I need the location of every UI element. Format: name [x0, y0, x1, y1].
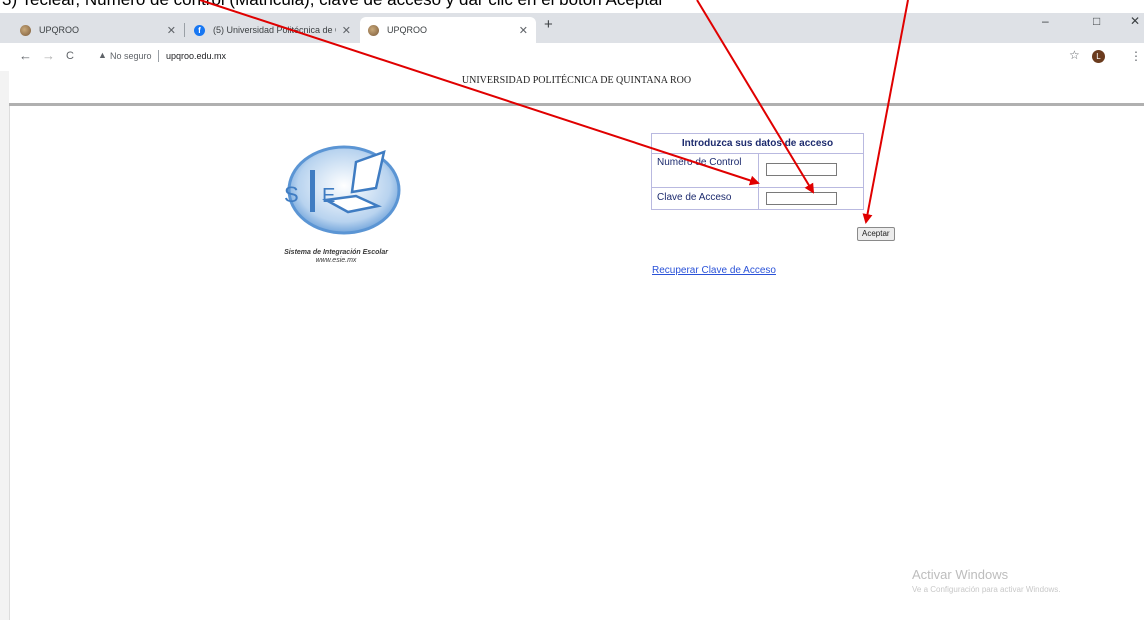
close-tab-icon[interactable]: ✕	[519, 24, 528, 37]
tab-separator	[184, 23, 185, 37]
minimize-icon[interactable]: –	[1042, 14, 1049, 28]
logo-website: www.esie.mx	[315, 257, 357, 264]
browser-tab-bar: UPQROO ✕ f (5) Universidad Politécnica d…	[0, 13, 1144, 43]
login-heading: Introduzca sus datos de acceso	[652, 134, 863, 154]
tab-title: UPQROO	[39, 25, 80, 35]
tab-upqroo-1[interactable]: UPQROO ✕	[12, 17, 185, 43]
page-left-edge	[0, 71, 10, 620]
tab-upqroo-active[interactable]: UPQROO ✕	[360, 17, 536, 43]
accept-button[interactable]: Aceptar	[857, 227, 895, 241]
windows-activation-watermark: Activar Windows	[912, 567, 1009, 582]
address-divider	[158, 50, 159, 62]
tab-title: UPQROO	[387, 25, 428, 35]
password-row: Clave de Acceso	[652, 188, 863, 209]
back-arrow-icon[interactable]: ←	[19, 48, 32, 63]
upqroo-favicon-icon	[20, 24, 31, 36]
password-label: Clave de Acceso	[652, 188, 759, 209]
profile-avatar[interactable]: L	[1092, 50, 1105, 63]
logo-letter-s: S	[284, 182, 299, 207]
logo-caption: Sistema de Integración Escolar	[284, 249, 388, 256]
facebook-icon: f	[194, 24, 205, 36]
sie-logo: S E Sistema de Integración Escolar www.e…	[256, 140, 416, 300]
close-tab-icon[interactable]: ✕	[342, 24, 351, 37]
tab-title: (5) Universidad Politécnica de Qu	[213, 25, 336, 35]
close-tab-icon[interactable]: ✕	[167, 24, 176, 37]
forward-arrow-icon[interactable]: →	[42, 48, 55, 63]
address-bar-url[interactable]: upqroo.edu.mx	[166, 51, 226, 61]
logo-letter-e: E	[322, 185, 335, 207]
control-number-input[interactable]	[766, 163, 837, 176]
instruction-text: 3) Teclear, Numero de control (Matricula…	[0, 0, 1144, 11]
page-title: UNIVERSIDAD POLITÉCNICA DE QUINTANA ROO	[461, 75, 692, 86]
security-label[interactable]: No seguro	[110, 51, 152, 61]
new-tab-button[interactable]: +	[544, 16, 553, 33]
upqroo-favicon-icon	[368, 24, 379, 36]
bookmark-star-icon[interactable]: ☆	[1069, 48, 1080, 62]
close-window-icon[interactable]: ✕	[1130, 14, 1140, 28]
menu-kebab-icon[interactable]: ⋮	[1130, 49, 1142, 63]
maximize-icon[interactable]: □	[1093, 14, 1100, 28]
warning-triangle-icon[interactable]: ▲	[98, 50, 107, 60]
password-input[interactable]	[766, 192, 837, 205]
windows-activation-hint: Ve a Configuración para activar Windows.	[912, 585, 1061, 594]
control-number-label: Numero de Control	[652, 154, 759, 187]
recover-password-link[interactable]: Recuperar Clave de Acceso	[652, 265, 776, 276]
browser-toolbar: ← → C ▲ No seguro upqroo.edu.mx ☆ L ⋮	[0, 43, 1144, 72]
control-number-row: Numero de Control	[652, 154, 863, 188]
login-form: Introduzca sus datos de acceso Numero de…	[651, 133, 864, 210]
tab-facebook-upqroo[interactable]: f (5) Universidad Politécnica de Qu ✕	[186, 17, 359, 43]
sie-logo-graphic: S E	[284, 145, 401, 235]
page-header: UNIVERSIDAD POLITÉCNICA DE QUINTANA ROO	[9, 71, 1144, 106]
reload-icon[interactable]: C	[66, 50, 74, 62]
